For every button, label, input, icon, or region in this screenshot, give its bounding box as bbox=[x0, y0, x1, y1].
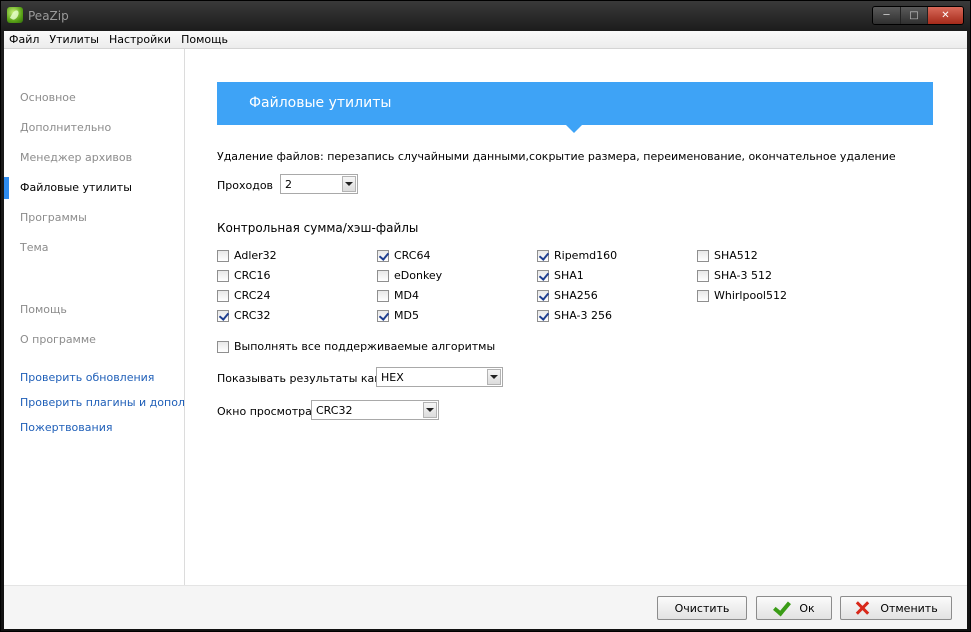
menu-help[interactable]: Помощь bbox=[176, 31, 233, 48]
menu-utilities[interactable]: Утилиты bbox=[44, 31, 104, 48]
delete-description: Удаление файлов: перезапись случайными д… bbox=[217, 150, 896, 163]
checkbox-sha256[interactable]: SHA256 bbox=[537, 289, 598, 302]
window-title: PeaZip bbox=[28, 9, 69, 23]
sidebar-item-programs[interactable]: Программы bbox=[4, 203, 184, 233]
clear-button-label: Очистить bbox=[674, 601, 730, 615]
checkbox-crc16[interactable]: CRC16 bbox=[217, 269, 270, 282]
ok-button-label: Ок bbox=[799, 601, 815, 615]
show-results-select[interactable]: HEX bbox=[376, 367, 503, 387]
checkbox-edonkey[interactable]: eDonkey bbox=[377, 269, 442, 282]
checkbox-box[interactable] bbox=[217, 289, 229, 302]
dialog-footer: Очистить Ок Отменить bbox=[4, 585, 967, 629]
checkbox-sha1[interactable]: SHA1 bbox=[537, 269, 584, 282]
check-icon bbox=[773, 600, 789, 616]
checkbox-crc32[interactable]: CRC32 bbox=[217, 309, 270, 322]
checksum-section-title: Контрольная сумма/хэш-файлы bbox=[217, 221, 419, 235]
cancel-button-label: Отменить bbox=[880, 601, 938, 615]
menu-file[interactable]: Файл bbox=[4, 31, 44, 48]
checkbox-box[interactable] bbox=[697, 249, 709, 262]
preview-label: Окно просмотра bbox=[217, 405, 312, 418]
checkbox-sha3-256[interactable]: SHA-3 256 bbox=[537, 309, 612, 322]
passes-label: Проходов bbox=[217, 179, 274, 192]
checkbox-ripemd160[interactable]: Ripemd160 bbox=[537, 249, 617, 262]
sidebar-item-general[interactable]: Основное bbox=[4, 83, 184, 113]
chevron-down-icon[interactable] bbox=[423, 402, 437, 418]
close-icon bbox=[854, 600, 870, 616]
checkbox-whirlpool512[interactable]: Whirlpool512 bbox=[697, 289, 787, 302]
section-header-banner: Файловые утилиты bbox=[217, 82, 933, 133]
checkbox-md5[interactable]: MD5 bbox=[377, 309, 419, 322]
preview-value: CRC32 bbox=[316, 404, 353, 417]
checkbox-crc64[interactable]: CRC64 bbox=[377, 249, 430, 262]
page-title: Файловые утилиты bbox=[249, 95, 392, 111]
menu-bar: Файл Утилиты Настройки Помощь bbox=[4, 31, 967, 49]
checkbox-box-checked[interactable] bbox=[537, 269, 549, 282]
checkbox-sha512[interactable]: SHA512 bbox=[697, 249, 758, 262]
title-bar[interactable]: PeaZip ─ □ ✕ bbox=[1, 1, 970, 31]
checkbox-sha3-512[interactable]: SHA-3 512 bbox=[697, 269, 772, 282]
sidebar-item-theme[interactable]: Тема bbox=[4, 233, 184, 263]
checkbox-box[interactable] bbox=[217, 249, 229, 262]
file-utilities-content: Файловые утилиты Удаление файлов: переза… bbox=[186, 49, 967, 585]
checkbox-box[interactable] bbox=[377, 289, 389, 302]
clear-button[interactable]: Очистить bbox=[657, 596, 747, 620]
checkbox-box[interactable] bbox=[697, 269, 709, 282]
passes-value: 2 bbox=[285, 178, 292, 191]
maximize-icon[interactable]: □ bbox=[900, 7, 927, 24]
show-results-label: Показывать результаты как bbox=[217, 372, 381, 385]
checkbox-run-all-algorithms[interactable]: Выполнять все поддерживаемые алгоритмы bbox=[217, 340, 495, 353]
checkbox-box-checked[interactable] bbox=[537, 289, 549, 302]
window-controls: ─ □ ✕ bbox=[872, 6, 964, 25]
donations-link[interactable]: Пожертвования bbox=[20, 421, 112, 434]
checkbox-box[interactable] bbox=[697, 289, 709, 302]
sidebar-item-help[interactable]: Помощь bbox=[4, 295, 184, 325]
check-plugins-link[interactable]: Проверить плагины и дополнения bbox=[20, 396, 184, 409]
checkbox-box[interactable] bbox=[377, 269, 389, 282]
menu-settings[interactable]: Настройки bbox=[104, 31, 176, 48]
peazip-logo-icon bbox=[7, 7, 23, 23]
checkbox-box-checked[interactable] bbox=[537, 309, 549, 322]
passes-select[interactable]: 2 bbox=[280, 174, 358, 194]
close-icon[interactable]: ✕ bbox=[927, 7, 963, 24]
checkbox-crc24[interactable]: CRC24 bbox=[217, 289, 270, 302]
checkbox-md4[interactable]: MD4 bbox=[377, 289, 419, 302]
chevron-down-icon[interactable] bbox=[342, 176, 356, 192]
checkbox-box-checked[interactable] bbox=[377, 249, 389, 262]
minimize-icon[interactable]: ─ bbox=[873, 7, 900, 24]
checkbox-box[interactable] bbox=[217, 269, 229, 282]
preview-select[interactable]: CRC32 bbox=[311, 400, 439, 420]
app-window: PeaZip ─ □ ✕ Файл Утилиты Настройки Помо… bbox=[0, 0, 971, 632]
show-results-value: HEX bbox=[381, 371, 404, 384]
sidebar-item-file-utilities[interactable]: Файловые утилиты bbox=[4, 173, 184, 203]
cancel-button[interactable]: Отменить bbox=[840, 596, 952, 620]
check-updates-link[interactable]: Проверить обновления bbox=[20, 371, 154, 384]
checkbox-box-checked[interactable] bbox=[217, 309, 229, 322]
checkbox-box-checked[interactable] bbox=[537, 249, 549, 262]
checkbox-adler32[interactable]: Adler32 bbox=[217, 249, 277, 262]
checkbox-box-checked[interactable] bbox=[377, 309, 389, 322]
sidebar-item-about[interactable]: О программе bbox=[4, 325, 184, 355]
ok-button[interactable]: Ок bbox=[756, 596, 832, 620]
sidebar-item-advanced[interactable]: Дополнительно bbox=[4, 113, 184, 143]
settings-panel: Основное Дополнительно Менеджер архивов … bbox=[4, 49, 967, 629]
chevron-down-icon[interactable] bbox=[487, 369, 501, 385]
checkbox-box[interactable] bbox=[217, 340, 229, 353]
sidebar-item-archive-manager[interactable]: Менеджер архивов bbox=[4, 143, 184, 173]
settings-sidebar: Основное Дополнительно Менеджер архивов … bbox=[4, 49, 185, 585]
banner-pointer bbox=[566, 125, 582, 133]
